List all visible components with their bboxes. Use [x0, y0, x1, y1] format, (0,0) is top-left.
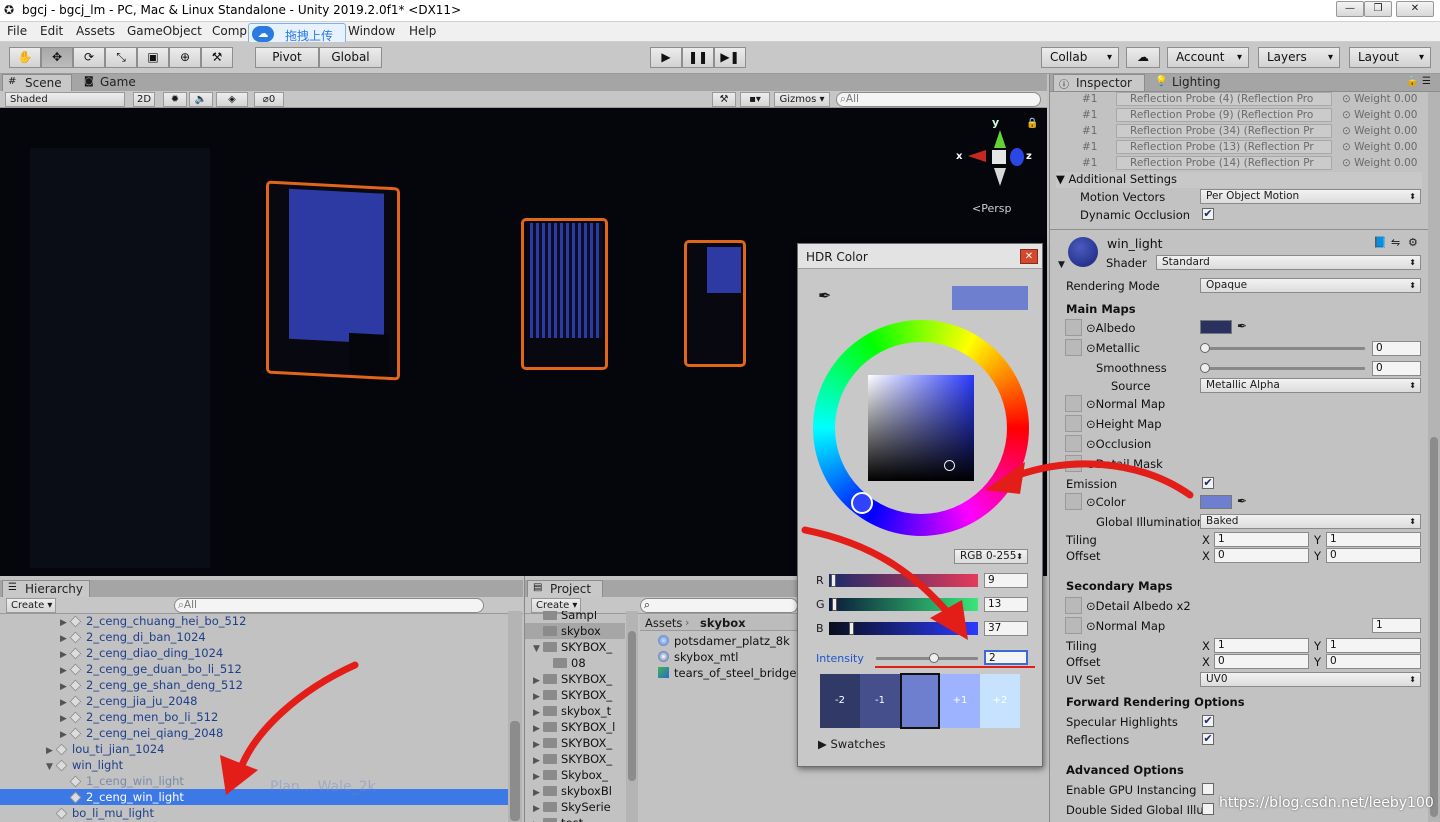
csdn-watermark: https://blog.csdn.net/leeby100: [1219, 795, 1434, 811]
annotation-arrowhead-wheel: [985, 462, 1025, 494]
annotation-arrowhead-hierarchy: [220, 755, 258, 795]
annotation-arrow-hierarchy: [236, 661, 359, 774]
annotation-overlay: [220, 460, 1194, 795]
annotation-arrow-wheel: [1006, 460, 1194, 499]
annotation-arrow-intensity: [801, 526, 954, 619]
annotation-arrowhead-intensity: [930, 600, 968, 640]
